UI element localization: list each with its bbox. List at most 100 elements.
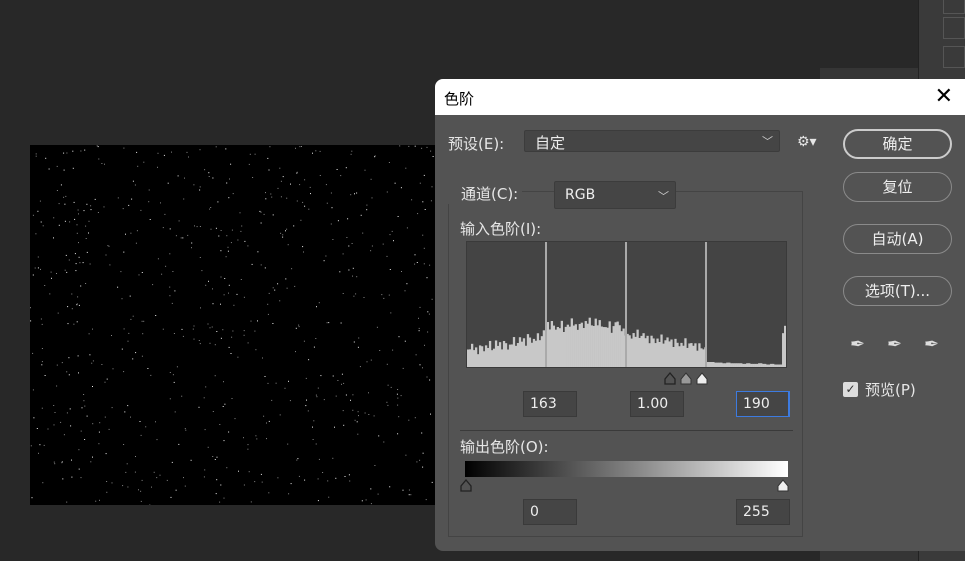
histogram-bar — [672, 346, 675, 367]
close-icon[interactable]: ✕ — [935, 84, 953, 109]
histogram-bar — [762, 363, 765, 367]
histogram-bar — [552, 325, 556, 367]
panel-icon[interactable] — [943, 17, 965, 39]
output-levels-label: 输出色阶(O): — [460, 438, 549, 456]
ok-button[interactable]: 确定 — [843, 129, 952, 159]
panel-icon[interactable] — [943, 0, 965, 14]
preset-select[interactable]: 自定 ﹀ — [524, 130, 780, 152]
black-eyedropper-icon[interactable]: ✒ — [850, 334, 865, 355]
preview-label: 预览(P) — [865, 381, 916, 399]
histogram-bar — [708, 362, 711, 367]
histogram-bar — [698, 343, 701, 367]
channel-label: 通道(C): — [435, 183, 523, 204]
histogram-bar — [470, 343, 474, 367]
white-point-slider — [696, 372, 708, 385]
histogram-bar — [730, 363, 733, 367]
histogram-bar — [758, 363, 761, 367]
histogram-bar — [556, 327, 560, 367]
histogram-bar — [532, 338, 536, 367]
histogram-bar — [568, 326, 571, 367]
input-gamma-field[interactable]: 1.00 — [630, 391, 684, 417]
histogram-bar — [508, 344, 512, 367]
input-level-sliders[interactable] — [663, 370, 713, 386]
histogram-bar — [634, 336, 637, 367]
histogram-bar — [652, 338, 655, 367]
histogram-gridline — [545, 242, 547, 367]
preset-value: 自定 — [535, 134, 566, 152]
histogram-bar — [492, 348, 496, 367]
histogram-bar — [524, 345, 528, 367]
histogram-bar — [770, 363, 773, 367]
histogram-bar — [482, 351, 486, 367]
histogram-bar — [502, 340, 506, 367]
input-levels-label: 输入色阶(I): — [460, 220, 542, 238]
histogram-bar — [512, 337, 516, 367]
histogram-bar — [494, 340, 498, 367]
histogram-bar — [710, 362, 713, 367]
histogram-bar — [630, 338, 633, 367]
reset-button[interactable]: 复位 — [843, 172, 952, 202]
histogram-bar — [594, 318, 597, 367]
histogram-bar — [648, 343, 651, 367]
gamma-slider — [680, 372, 692, 385]
histogram-bar — [480, 346, 484, 367]
histogram-bar — [696, 350, 699, 367]
histogram-bar — [680, 342, 683, 367]
output-black-field[interactable]: 0 — [523, 499, 577, 525]
histogram-bar — [528, 337, 532, 367]
histogram-bar — [550, 321, 554, 367]
histogram-bar — [742, 363, 745, 367]
histogram-bar — [498, 342, 502, 367]
histogram-bar — [614, 322, 617, 367]
histogram-bar — [562, 331, 565, 367]
histogram-bar — [558, 328, 562, 367]
histogram-bar — [472, 350, 476, 367]
histogram-bar — [604, 327, 607, 367]
histogram-bar — [740, 363, 743, 367]
gear-icon[interactable]: ⚙▾ — [797, 134, 817, 150]
channel-select[interactable]: RGB ﹀ — [554, 181, 676, 209]
histogram-bar — [694, 343, 697, 367]
histogram-bar — [598, 320, 601, 367]
histogram-bar — [506, 349, 510, 367]
histogram-bar — [576, 329, 579, 367]
gray-eyedropper-icon[interactable]: ✒ — [887, 334, 902, 355]
auto-button[interactable]: 自动(A) — [843, 224, 952, 254]
input-white-field[interactable]: 190 — [736, 391, 790, 417]
input-black-field[interactable]: 163 — [523, 391, 577, 417]
preset-label: 预设(E): — [448, 135, 505, 153]
histogram-bar — [684, 338, 687, 367]
histogram-gridline — [705, 242, 707, 367]
histogram-bar — [574, 324, 577, 367]
histogram-bar — [516, 343, 520, 367]
white-eyedropper-icon[interactable]: ✒ — [924, 334, 939, 355]
options-button[interactable]: 选项(T)... — [843, 276, 952, 306]
histogram-bar — [570, 318, 573, 367]
histogram-bar — [606, 327, 609, 367]
preview-checkbox[interactable]: ✓ — [843, 382, 858, 397]
histogram-bar — [738, 363, 741, 367]
histogram-bar — [590, 325, 593, 367]
histogram-bar — [780, 364, 783, 367]
histogram-bar — [760, 363, 763, 367]
histogram-bar — [620, 331, 623, 367]
histogram-bar — [776, 364, 779, 367]
histogram-bar — [676, 342, 679, 367]
channel-value: RGB — [565, 187, 596, 203]
histogram-bar — [546, 322, 550, 367]
chevron-down-icon: ﹀ — [658, 190, 669, 203]
histogram-bar — [658, 341, 661, 367]
histogram — [466, 241, 787, 368]
histogram-bar — [646, 335, 649, 367]
histogram-bar — [784, 325, 787, 367]
histogram-bar — [774, 364, 777, 367]
histogram-bar — [674, 338, 677, 367]
output-level-sliders[interactable] — [459, 477, 799, 493]
output-white-field[interactable]: 255 — [736, 499, 790, 525]
histogram-bar — [510, 344, 514, 367]
histogram-bar — [586, 323, 589, 367]
panel-icon[interactable] — [943, 46, 965, 68]
image-canvas — [30, 145, 435, 506]
histogram-bar — [712, 362, 715, 367]
histogram-bar — [660, 334, 663, 367]
